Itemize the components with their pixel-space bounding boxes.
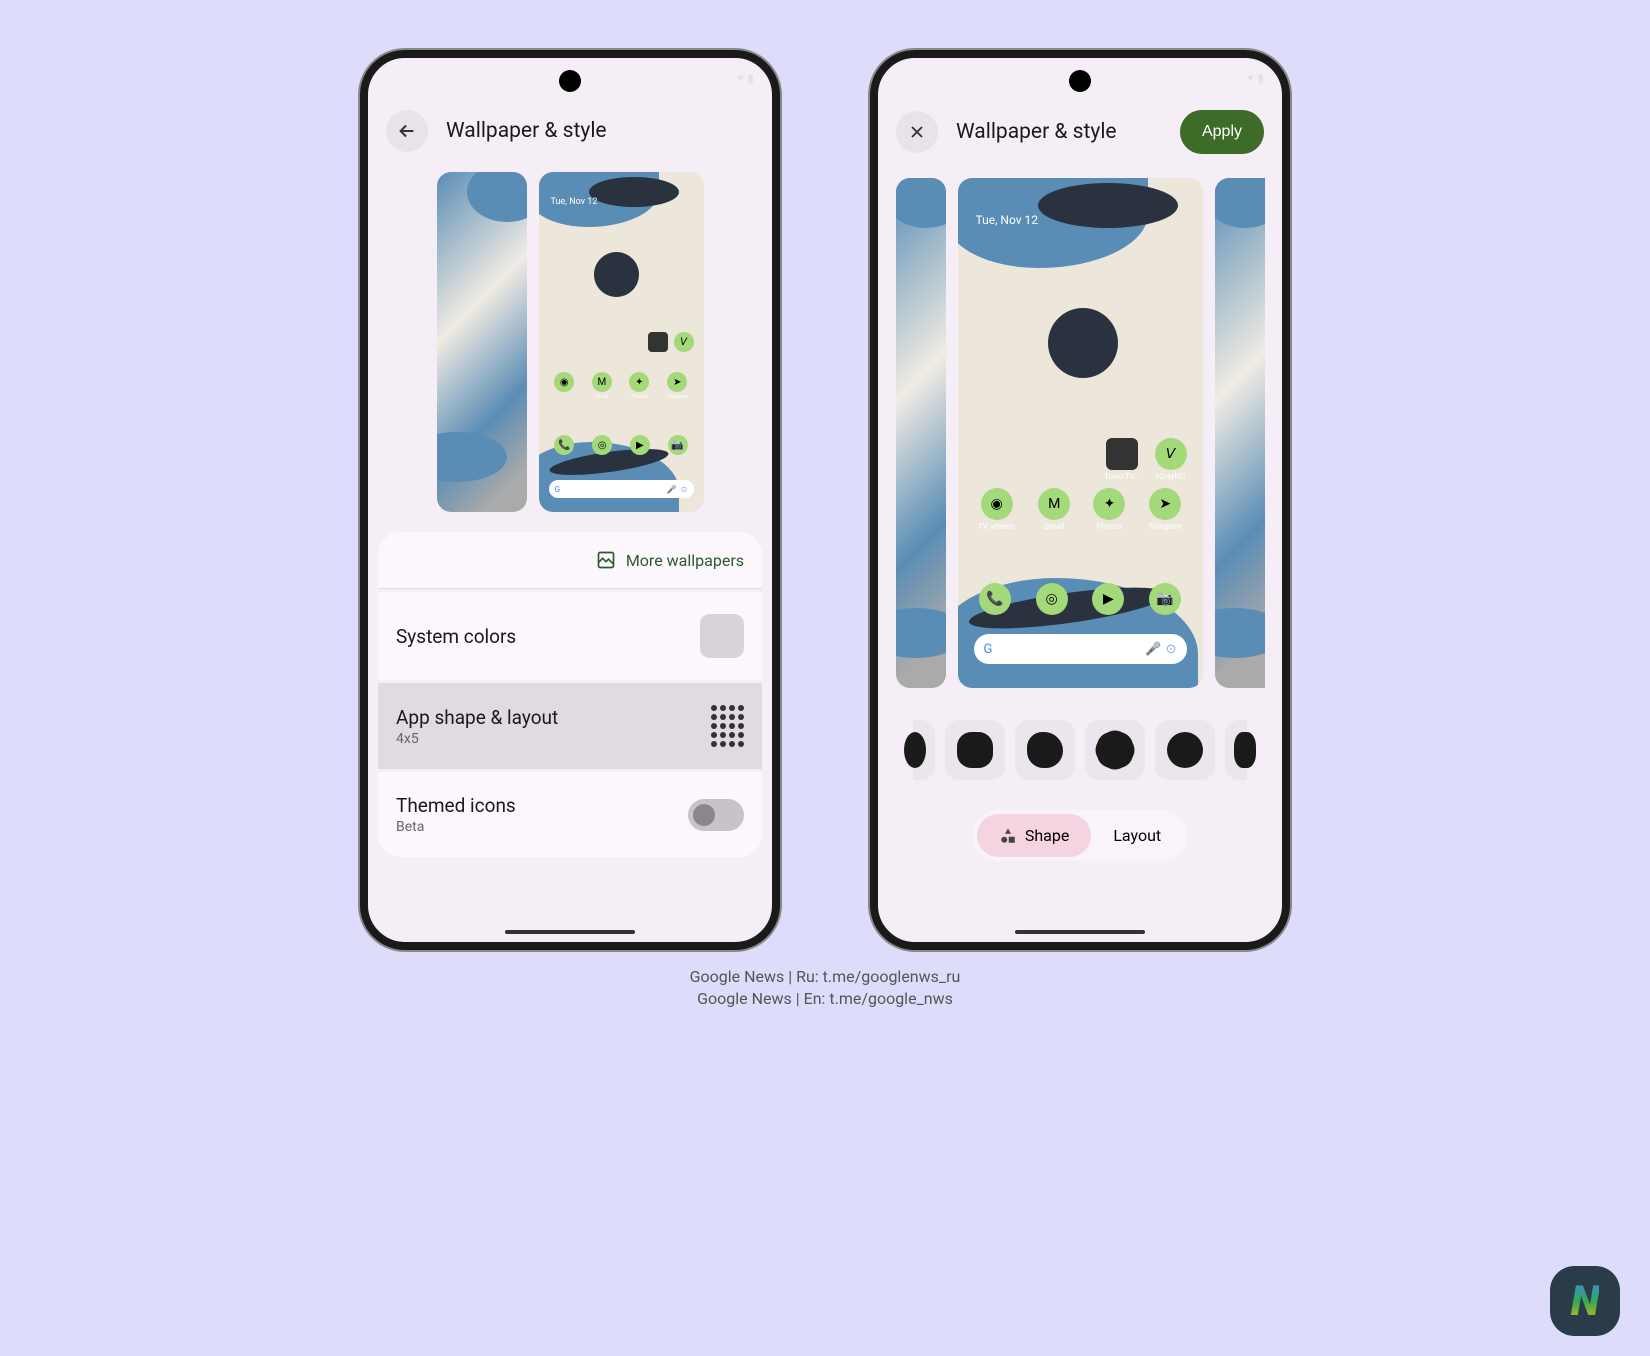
nav-handle[interactable]: [1015, 930, 1145, 934]
options-panel: More wallpapers System colors App shape …: [378, 532, 762, 857]
shape-option[interactable]: [1225, 720, 1247, 780]
themed-icons-label: Themed icons: [396, 794, 516, 817]
shape-option-flower[interactable]: [1085, 720, 1145, 780]
preview-homescreen[interactable]: Tue, Nov 12 Tuvio TV... 𝘝v2rayNG ◉TV whe…: [958, 178, 1203, 688]
app-shape-label: App shape & layout: [396, 706, 558, 729]
camera-icon: 📷: [668, 435, 688, 455]
phone-left: · · · · ▾▮ Wallpaper & style Tue, Nov 12…: [360, 50, 780, 950]
telegram-icon: ➤: [667, 372, 687, 392]
shape-option-blob[interactable]: [1015, 720, 1075, 780]
shape-picker: [884, 702, 1276, 798]
app-shape-sub: 4x5: [396, 731, 558, 747]
chrome-icon: ◎: [592, 435, 612, 455]
close-button[interactable]: [896, 111, 938, 153]
themed-icons-row[interactable]: Themed icons Beta: [378, 772, 762, 857]
system-colors-label: System colors: [396, 625, 516, 648]
preview-lockscreen[interactable]: [437, 172, 527, 512]
play-icon: ▶: [1092, 583, 1124, 615]
shapes-icon: [999, 827, 1017, 845]
preview-homescreen[interactable]: Tue, Nov 12 𝘝 ◉ MGmail ✦Photos ➤Telegram…: [539, 172, 704, 512]
app-icon: ◉: [554, 372, 574, 392]
watermark-logo: N: [1550, 1266, 1620, 1336]
phone-icon: 📞: [554, 435, 574, 455]
page-title: Wallpaper & style: [446, 119, 754, 143]
app-icon: 𝘝: [1155, 438, 1187, 470]
camera-icon: 📷: [1149, 583, 1181, 615]
status-icons: ▾▮: [737, 71, 754, 85]
themed-icons-toggle[interactable]: [688, 799, 744, 831]
preview-next[interactable]: [1215, 178, 1265, 688]
arrow-left-icon: [396, 120, 418, 142]
search-bar-preview: G 🎤⊙: [974, 634, 1187, 664]
shape-option-circle[interactable]: [1155, 720, 1215, 780]
camera-notch: [1069, 70, 1091, 92]
header: Wallpaper & style: [368, 98, 772, 164]
grid-icon: [711, 705, 744, 747]
wallpaper-preview-large[interactable]: Tue, Nov 12 Tuvio TV... 𝘝v2rayNG ◉TV whe…: [878, 170, 1282, 700]
footer-credit: Google News | Ru: t.me/googlenws_ru Goog…: [0, 966, 1650, 1011]
status-icons: ▾▮: [1247, 71, 1264, 85]
search-bar-preview: G 🎤⊙: [549, 480, 694, 498]
page-title: Wallpaper & style: [956, 120, 1162, 144]
system-colors-row[interactable]: System colors: [378, 592, 762, 680]
tab-shape[interactable]: Shape: [977, 814, 1091, 857]
back-button[interactable]: [386, 110, 428, 152]
telegram-icon: ➤: [1149, 488, 1181, 520]
close-icon: [907, 122, 927, 142]
play-icon: ▶: [630, 435, 650, 455]
color-swatch: [700, 614, 744, 658]
phone-icon: 📞: [979, 583, 1011, 615]
shape-option-squircle[interactable]: [945, 720, 1005, 780]
app-icon: [1106, 438, 1138, 470]
app-shape-row[interactable]: App shape & layout 4x5: [378, 683, 762, 769]
apply-button[interactable]: Apply: [1180, 110, 1264, 154]
wallpaper-carousel[interactable]: Tue, Nov 12 𝘝 ◉ MGmail ✦Photos ➤Telegram…: [368, 164, 772, 514]
themed-icons-sub: Beta: [396, 819, 516, 835]
more-wallpapers-button[interactable]: More wallpapers: [378, 532, 762, 589]
shape-option[interactable]: [913, 720, 935, 780]
wallpaper-icon: [596, 550, 616, 570]
nav-handle[interactable]: [505, 930, 635, 934]
camera-notch: [559, 70, 581, 92]
photos-icon: ✦: [1093, 488, 1125, 520]
tab-layout[interactable]: Layout: [1091, 814, 1183, 857]
preview-date: Tue, Nov 12: [551, 197, 598, 207]
status-time: · · · ·: [896, 72, 916, 85]
photos-icon: ✦: [629, 372, 649, 392]
preview-date: Tue, Nov 12: [976, 213, 1039, 227]
app-icon: 𝘝: [674, 332, 694, 352]
header: Wallpaper & style Apply: [878, 98, 1282, 166]
chrome-icon: ◎: [1036, 583, 1068, 615]
gmail-icon: M: [1038, 488, 1070, 520]
phone-right: · · · · ▾▮ Wallpaper & style Apply Tue, …: [870, 50, 1290, 950]
gmail-icon: M: [592, 372, 612, 392]
app-icon: ◉: [981, 488, 1013, 520]
shape-layout-tabs: Shape Layout: [973, 810, 1187, 861]
status-time: · · · ·: [386, 72, 406, 85]
watermark-letter: N: [1571, 1277, 1600, 1326]
preview-lockscreen[interactable]: [896, 178, 946, 688]
